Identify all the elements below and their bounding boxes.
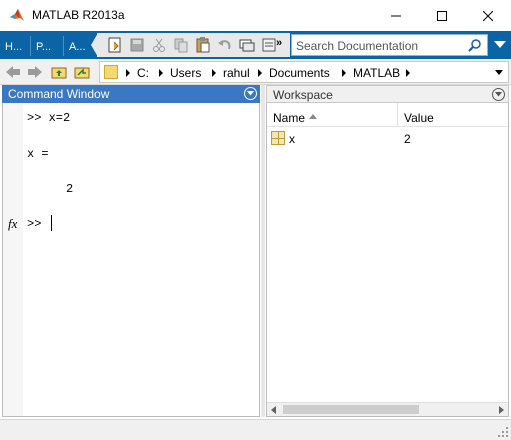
variable-value: 2: [404, 132, 411, 146]
browse-folder-icon: [74, 67, 90, 79]
command-history-line: >> x=2: [27, 111, 71, 125]
minimize-button[interactable]: [373, 0, 419, 31]
address-bar: C: Users rahul Documents MATLAB: [0, 59, 511, 85]
workspace-header[interactable]: Workspace: [266, 85, 509, 103]
save-icon[interactable]: [128, 36, 146, 54]
title-bar: MATLAB R2013a: [0, 0, 511, 31]
forward-arrow-icon: [28, 66, 42, 78]
command-window-header[interactable]: Command Window: [2, 85, 260, 103]
scrollbar-thumb[interactable]: [283, 405, 419, 414]
command-window-title: Command Window: [8, 87, 110, 101]
tab-home[interactable]: H...: [0, 34, 30, 59]
undo-icon[interactable]: [216, 36, 234, 54]
workspace-title: Workspace: [273, 88, 333, 102]
window-title: MATLAB R2013a: [32, 8, 125, 22]
resize-grip-icon[interactable]: [498, 427, 508, 437]
sort-ascending-icon: [309, 114, 317, 119]
toolstrip: H... P... A... » Search Documentation: [0, 31, 511, 59]
path-history-dropdown[interactable]: [495, 70, 503, 75]
path-separator-icon[interactable]: [159, 69, 163, 77]
current-folder-path[interactable]: C: Users rahul Documents MATLAB: [99, 61, 509, 83]
breadcrumb-c-drive[interactable]: C:: [137, 66, 149, 80]
breadcrumb-matlab[interactable]: MATLAB: [353, 66, 400, 80]
search-placeholder: Search Documentation: [296, 39, 419, 53]
forward-button[interactable]: [26, 63, 44, 81]
close-icon: [483, 10, 493, 21]
command-gutter: [3, 103, 23, 416]
text-cursor: [51, 215, 52, 231]
back-arrow-icon: [6, 66, 20, 78]
path-separator-icon[interactable]: [406, 69, 410, 77]
chevron-down-icon: [495, 92, 502, 97]
workspace-actions-button[interactable]: [492, 88, 505, 101]
variable-matrix-icon: [271, 131, 285, 145]
matlab-logo-icon: [10, 9, 24, 21]
scroll-left-icon[interactable]: [271, 406, 276, 414]
path-separator-icon[interactable]: [258, 69, 262, 77]
search-icon[interactable]: [468, 38, 482, 52]
chevron-down-icon: [247, 91, 254, 96]
workspace-panel: Name Value x 2: [266, 103, 509, 417]
column-label-name: Name: [273, 111, 306, 125]
maximize-button[interactable]: [419, 0, 465, 31]
up-folder-button[interactable]: [50, 63, 68, 81]
breadcrumb-rahul[interactable]: rahul: [223, 66, 250, 80]
toolstrip-overflow-button[interactable]: »: [276, 37, 282, 49]
column-header-value[interactable]: Value: [398, 103, 508, 127]
output-value-line: 2: [66, 182, 74, 196]
toolstrip-menu-button[interactable]: [491, 34, 509, 56]
up-folder-icon: [51, 67, 67, 79]
breadcrumb-documents[interactable]: Documents: [269, 66, 330, 80]
quick-access-toolbar: [97, 33, 290, 57]
horizontal-scrollbar[interactable]: [267, 402, 508, 416]
panel-splitter[interactable]: [261, 85, 265, 417]
new-script-icon[interactable]: [106, 36, 124, 54]
output-variable-line: x =: [27, 147, 49, 161]
search-documentation-input[interactable]: Search Documentation: [291, 34, 488, 56]
maximize-icon: [437, 10, 447, 21]
path-separator-icon[interactable]: [126, 69, 130, 77]
minimize-icon: [391, 15, 401, 16]
chevron-down-icon: [494, 41, 506, 48]
command-prompt: >>: [27, 217, 42, 231]
back-button[interactable]: [4, 63, 22, 81]
path-separator-icon[interactable]: [212, 69, 216, 77]
switch-windows-icon[interactable]: [238, 36, 256, 54]
cut-icon[interactable]: [150, 36, 168, 54]
scroll-right-icon[interactable]: [499, 406, 504, 414]
close-button[interactable]: [465, 0, 511, 31]
copy-icon[interactable]: [172, 36, 190, 54]
column-header-name[interactable]: Name: [267, 103, 398, 127]
folder-icon: [104, 65, 118, 79]
paste-icon[interactable]: [194, 36, 212, 54]
command-window[interactable]: >> x=2 x = 2 fx >>: [2, 103, 260, 417]
breadcrumb-users[interactable]: Users: [170, 66, 201, 80]
function-browser-button[interactable]: fx: [8, 216, 17, 232]
tab-plots[interactable]: P...: [31, 34, 63, 59]
table-row[interactable]: x 2: [267, 129, 508, 147]
browse-folder-button[interactable]: [73, 63, 91, 81]
column-label-value: Value: [404, 111, 434, 125]
path-separator-icon[interactable]: [342, 69, 346, 77]
status-bar: [0, 419, 511, 440]
command-window-actions-button[interactable]: [244, 87, 257, 100]
variable-name: x: [289, 132, 295, 146]
